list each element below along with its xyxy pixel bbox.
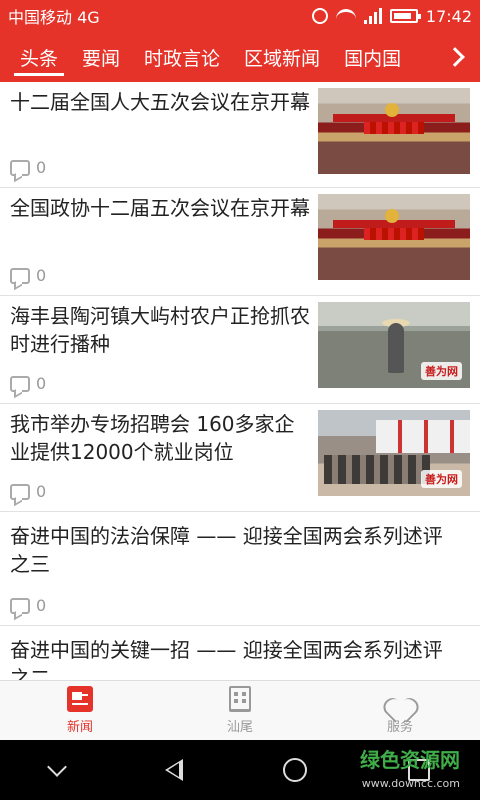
comment-count-value: 0 [36, 374, 47, 393]
home-icon[interactable] [283, 758, 308, 782]
tab-4[interactable]: 国内国 [332, 32, 413, 82]
news-item[interactable]: 奋进中国的法治保障 —— 迎接全国两会系列述评之三 0 [0, 512, 480, 626]
watermark-text: 绿色资源网 [360, 748, 460, 772]
city-icon [229, 686, 251, 712]
comment-icon [10, 597, 30, 614]
bottom-nav: 新闻 汕尾 服务 [0, 680, 480, 740]
comment-icon [10, 159, 30, 176]
channel-tab-bar: 头条 要闻 时政言论 区域新闻 国内国 [0, 32, 480, 82]
battery-level [393, 13, 411, 19]
thumb-logo: 善为网 [421, 362, 462, 380]
nav-2[interactable]: 服务 [320, 681, 480, 740]
thumb-flags [363, 228, 425, 241]
news-item[interactable]: 我市举办专场招聘会 160多家企业提供12000个就业岗位 0 善为网 [0, 404, 480, 512]
nav-label: 汕尾 [226, 720, 253, 735]
signal-icon [363, 8, 382, 24]
thumb-crowd [324, 454, 431, 484]
news-item[interactable]: 奋进中国的关键一招 —— 迎接全国两会系列述评之二0 [0, 626, 480, 680]
comment-count-value: 0 [36, 158, 47, 177]
thumb-person [387, 322, 404, 373]
news-list[interactable]: 十二届全国人大五次会议在京开幕 0 全国政协十二届五次会议在京开幕 0 海丰县陶河镇大屿… [0, 82, 480, 680]
nav-1[interactable]: 汕尾 [160, 681, 320, 740]
news-title: 奋进中国的法治保障 —— 迎接全国两会系列述评之三 [10, 524, 443, 576]
status-bar: 中国移动 4G 17:42 [0, 0, 480, 32]
collapse-icon[interactable] [47, 757, 68, 777]
comment-icon [10, 483, 30, 500]
comment-count-value: 0 [36, 266, 47, 285]
comment-count: 0 [10, 266, 46, 285]
nav-label: 新闻 [66, 720, 93, 735]
heart-icon [387, 686, 413, 712]
clock: 17:42 [425, 6, 472, 26]
more-channels-button[interactable] [436, 32, 480, 82]
news-thumbnail[interactable] [318, 88, 470, 174]
comment-count: 0 [10, 374, 46, 393]
comment-icon [10, 267, 30, 284]
battery-icon [389, 9, 421, 23]
tab-2[interactable]: 时政言论 [132, 32, 232, 82]
news-title: 我市举办专场招聘会 160多家企业提供12000个就业岗位 [10, 412, 295, 464]
comment-icon [10, 375, 30, 392]
comment-count: 0 [10, 158, 46, 177]
comment-count: 0 [10, 482, 46, 501]
news-thumbnail[interactable]: 善为网 [318, 302, 470, 388]
news-item[interactable]: 全国政协十二届五次会议在京开幕 0 [0, 188, 480, 296]
news-icon [67, 686, 93, 712]
tab-3[interactable]: 区域新闻 [232, 32, 332, 82]
news-item[interactable]: 十二届全国人大五次会议在京开幕 0 [0, 82, 480, 188]
nav-0[interactable]: 新闻 [0, 681, 160, 740]
news-thumbnail[interactable]: 善为网 [318, 410, 470, 496]
watermark-url: www.downcc.com [361, 777, 460, 790]
thumb-flags [363, 122, 425, 135]
wifi-icon [335, 9, 356, 23]
tab-0[interactable]: 头条 [8, 32, 70, 82]
news-thumbnail[interactable] [318, 194, 470, 280]
carrier-label: 中国移动 4G [8, 8, 100, 27]
news-title: 十二届全国人大五次会议在京开幕 [10, 90, 310, 114]
thumb-tent [375, 420, 470, 453]
chevron-right-icon [445, 47, 465, 67]
news-title: 全国政协十二届五次会议在京开幕 [10, 196, 310, 220]
news-title: 海丰县陶河镇大屿村农户正抢抓农时进行播种 [10, 304, 310, 356]
news-item[interactable]: 海丰县陶河镇大屿村农户正抢抓农时进行播种 0 善为网 [0, 296, 480, 404]
comment-count-value: 0 [36, 596, 47, 615]
alarm-icon [311, 8, 328, 24]
comment-count-value: 0 [36, 482, 47, 501]
thumb-logo: 善为网 [421, 470, 462, 488]
comment-count: 0 [10, 596, 46, 615]
tab-1[interactable]: 要闻 [70, 32, 132, 82]
news-title: 奋进中国的关键一招 —— 迎接全国两会系列述评之二 [10, 638, 443, 680]
back-icon[interactable] [164, 759, 183, 781]
watermark: 绿色资源网 www.downcc.com [360, 748, 460, 796]
channel-tabs: 头条 要闻 时政言论 区域新闻 国内国 [0, 32, 480, 82]
